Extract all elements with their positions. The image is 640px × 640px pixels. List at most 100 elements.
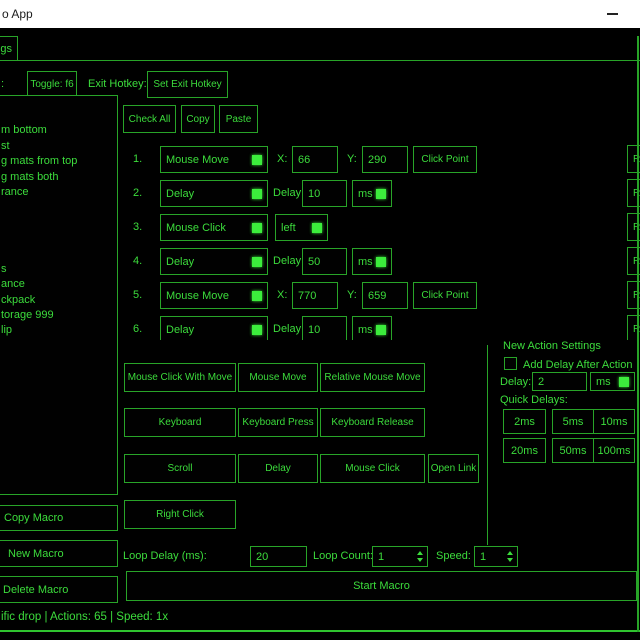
list-item[interactable]: m bottom	[0, 123, 117, 138]
new-delay-label: Delay:	[500, 376, 531, 388]
action-type-value: Delay	[166, 188, 194, 200]
quick-delay-2ms-button[interactable]: 2ms	[503, 409, 546, 434]
quick-delay-5ms-button[interactable]: 5ms	[552, 409, 594, 434]
delay-unit-dropdown[interactable]: ms	[352, 180, 392, 207]
keyboard-release-button[interactable]: Keyboard Release	[320, 408, 425, 437]
click-point-button[interactable]: Click Point	[413, 146, 477, 173]
list-item[interactable]: ance	[0, 277, 117, 292]
new-action-settings-title: New Action Settings	[503, 340, 601, 352]
dropdown-indicator-icon	[376, 325, 386, 335]
x-input[interactable]: 66	[292, 146, 338, 173]
loop-count-stepper[interactable]: 1	[372, 546, 428, 567]
dropdown-indicator-icon	[312, 223, 322, 233]
delay-input[interactable]: 10	[302, 180, 347, 207]
spinner-arrows[interactable]	[507, 547, 513, 566]
toggle-hotkey-button[interactable]: Toggle: f6	[27, 71, 77, 98]
dropdown-indicator-icon	[252, 325, 262, 335]
action-type-dropdown[interactable]: Delay	[160, 180, 268, 207]
action-row-number: 2.	[133, 187, 142, 199]
delay-input[interactable]: 50	[302, 248, 347, 275]
list-item[interactable]	[0, 200, 117, 215]
list-item[interactable]: st	[0, 139, 117, 154]
action-type-value: Delay	[166, 324, 194, 336]
list-item[interactable]	[0, 108, 117, 123]
window-title: o App	[2, 7, 33, 21]
x-label: X:	[277, 153, 287, 165]
action-row-number: 6.	[133, 323, 142, 335]
y-input[interactable]: 290	[362, 146, 408, 173]
mouse-click-with-move-button[interactable]: Mouse Click With Move	[124, 363, 236, 392]
spinner-arrows[interactable]	[417, 547, 423, 566]
list-item[interactable]	[0, 216, 117, 231]
list-item[interactable]: lip	[0, 323, 117, 338]
action-row-number: 5.	[133, 289, 142, 301]
action-type-dropdown[interactable]: Mouse Move	[160, 146, 268, 173]
quick-delay-10ms-button[interactable]: 10ms	[593, 409, 635, 434]
action-type-dropdown[interactable]: Mouse Move	[160, 282, 268, 309]
mouse-button-dropdown[interactable]: left	[275, 214, 328, 241]
delay-input[interactable]: 10	[302, 316, 347, 340]
titlebar: o App	[0, 0, 640, 28]
action-type-dropdown[interactable]: Delay	[160, 248, 268, 275]
spinner-up-icon	[507, 551, 513, 555]
mouse-move-button[interactable]: Mouse Move	[238, 363, 318, 392]
action-type-dropdown[interactable]: Delay	[160, 316, 268, 340]
toggle-hotkey-label: :	[1, 78, 4, 90]
action-row-number: 1.	[133, 153, 142, 165]
minimize-button[interactable]	[596, 0, 628, 28]
keyboard-press-button[interactable]: Keyboard Press	[238, 408, 318, 437]
new-delay-unit-dropdown[interactable]: ms	[590, 372, 635, 391]
status-bar-text: ific drop | Actions: 65 | Speed: 1x	[1, 611, 168, 623]
new-macro-button[interactable]: New Macro	[0, 540, 118, 567]
quick-delay-20ms-button[interactable]: 20ms	[503, 438, 546, 463]
settings-divider	[487, 345, 488, 545]
delay-unit-dropdown[interactable]: ms	[352, 316, 392, 340]
macro-list-panel[interactable]: m bottom st g mats from top g mats both …	[0, 95, 118, 495]
dropdown-indicator-icon	[376, 189, 386, 199]
list-item[interactable]	[0, 231, 117, 246]
right-click-button[interactable]: Right Click	[124, 500, 236, 529]
delay-label: Delay	[273, 255, 301, 267]
list-item[interactable]: ckpack	[0, 293, 117, 308]
speed-label: Speed:	[436, 550, 471, 562]
tab-settings[interactable]: gs	[0, 36, 18, 61]
quick-delays-label: Quick Delays:	[500, 394, 568, 406]
relative-mouse-move-button[interactable]: Relative Mouse Move	[320, 363, 425, 392]
y-input[interactable]: 659	[362, 282, 408, 309]
scroll-button[interactable]: Scroll	[124, 454, 236, 483]
start-macro-button[interactable]: Start Macro	[126, 571, 637, 601]
x-label: X:	[277, 289, 287, 301]
paste-button[interactable]: Paste	[219, 105, 258, 133]
copy-macro-button[interactable]: Copy Macro	[0, 505, 118, 531]
copy-button[interactable]: Copy	[181, 105, 215, 133]
loop-count-label: Loop Count:	[313, 550, 373, 562]
click-point-button[interactable]: Click Point	[413, 282, 477, 309]
list-item[interactable]: g mats both	[0, 170, 117, 185]
delay-button[interactable]: Delay	[238, 454, 318, 483]
add-delay-checkbox-label: Add Delay After Action	[523, 359, 632, 371]
spinner-down-icon	[507, 558, 513, 562]
delete-macro-button[interactable]: Delete Macro	[0, 576, 118, 603]
spinner-down-icon	[417, 558, 423, 562]
list-item[interactable]	[0, 247, 117, 262]
list-item[interactable]: torage 999	[0, 308, 117, 323]
speed-stepper[interactable]: 1	[474, 546, 518, 567]
quick-delay-50ms-button[interactable]: 50ms	[552, 438, 594, 463]
list-item[interactable]: g mats from top	[0, 154, 117, 169]
open-link-button[interactable]: Open Link	[428, 454, 479, 483]
list-item[interactable]: rance	[0, 185, 117, 200]
keyboard-button[interactable]: Keyboard	[124, 408, 236, 437]
action-type-dropdown[interactable]: Mouse Click	[160, 214, 268, 241]
mouse-click-button[interactable]: Mouse Click	[320, 454, 425, 483]
spinner-up-icon	[417, 551, 423, 555]
loop-delay-input[interactable]: 20	[250, 546, 307, 567]
x-input[interactable]: 770	[292, 282, 338, 309]
add-delay-checkbox[interactable]	[504, 357, 517, 370]
new-delay-input[interactable]: 2	[532, 372, 587, 391]
set-exit-hotkey-button[interactable]: Set Exit Hotkey	[147, 71, 228, 98]
dropdown-indicator-icon	[619, 377, 629, 387]
delay-unit-dropdown[interactable]: ms	[352, 248, 392, 275]
check-all-button[interactable]: Check All	[123, 105, 176, 133]
quick-delay-100ms-button[interactable]: 100ms	[593, 438, 635, 463]
list-item[interactable]: s	[0, 262, 117, 277]
